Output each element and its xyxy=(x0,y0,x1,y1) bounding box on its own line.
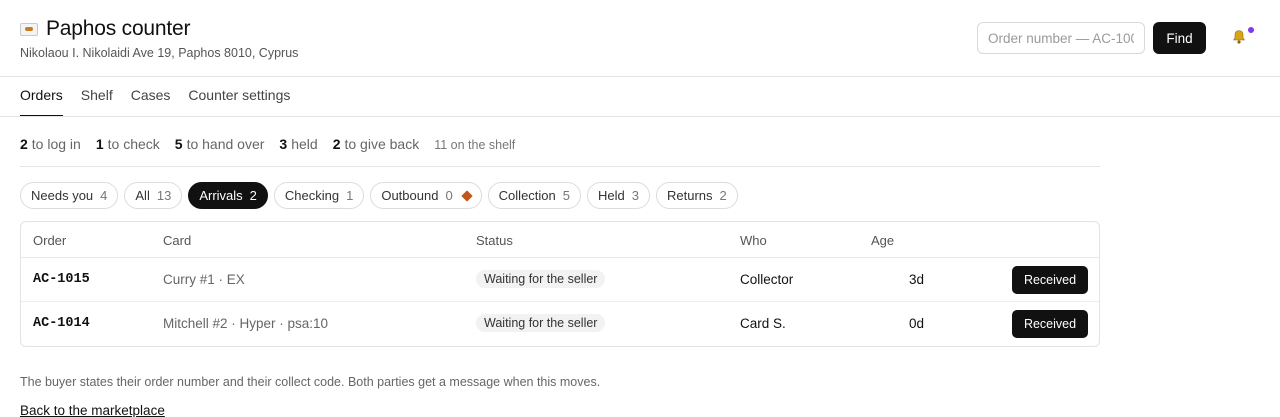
column-who: Who xyxy=(740,233,767,248)
column-order: Order xyxy=(33,233,67,248)
filter-checking[interactable]: Checking 1 xyxy=(273,182,365,209)
received-button[interactable]: Received xyxy=(1012,266,1088,294)
order-number[interactable]: AC-1014 xyxy=(33,316,90,331)
summary-held: 3 held xyxy=(279,136,318,152)
card-name: Mitchell #2 · Hyper · psa:10 xyxy=(163,316,329,331)
age: 0d xyxy=(908,316,924,331)
who: Collector xyxy=(740,272,794,287)
diamond-icon xyxy=(461,189,473,202)
summary-to-check: 1 to check xyxy=(95,136,160,152)
work-summary: 2 to log in 1 to check 5 to hand over 3 held… xyxy=(20,136,515,152)
cyprus-flag-icon xyxy=(20,22,38,36)
filter-all[interactable]: All 13 xyxy=(124,182,183,209)
shelf-count: 11 on the shelf xyxy=(434,138,516,152)
table-row[interactable]: AC-1014 Mitchell #2 · Hyper · psa:10 Wai… xyxy=(21,302,1099,346)
who: Card S. xyxy=(740,316,786,331)
filter-collection[interactable]: Collection 5 xyxy=(487,182,581,209)
tab-counter-settings[interactable]: Counter settings xyxy=(188,77,290,117)
column-status: Status xyxy=(476,233,513,248)
order-number[interactable]: AC-1015 xyxy=(33,272,90,287)
filter-arrivals[interactable]: Arrivals 2 xyxy=(188,182,268,209)
tab-orders[interactable]: Orders xyxy=(20,77,63,117)
summary-divider xyxy=(20,166,1100,167)
counter-address: Nikolaou I. Nikolaidi Ave 19, Paphos 801… xyxy=(20,46,299,60)
tabs-divider xyxy=(0,116,1280,117)
title-row: Paphos counter xyxy=(20,16,191,42)
find-button[interactable]: Find xyxy=(1153,22,1206,54)
notification-dot xyxy=(1248,27,1254,33)
tab-cases[interactable]: Cases xyxy=(131,77,171,117)
column-card: Card xyxy=(163,233,192,248)
tab-shelf[interactable]: Shelf xyxy=(81,77,113,117)
page-title: Paphos counter xyxy=(46,17,191,40)
filter-held[interactable]: Held 3 xyxy=(587,182,650,209)
filter-chips: Needs you 4 All 13 Arrivals 2 Checking 1 Out… xyxy=(20,182,738,209)
back-to-marketplace-link[interactable]: Back to the marketplace xyxy=(20,403,165,417)
table-row[interactable]: AC-1015 Curry #1 · EX Waiting for the se… xyxy=(21,258,1099,302)
orders-table: Order Card Status Who Age AC-1015 Curry … xyxy=(20,221,1100,347)
received-button[interactable]: Received xyxy=(1012,310,1088,338)
table-header: Order Card Status Who Age xyxy=(21,222,1099,258)
filter-outbound[interactable]: Outbound 0 xyxy=(370,182,482,209)
filter-needs-you[interactable]: Needs you 4 xyxy=(20,182,119,209)
page-header: Paphos counter Nikolaou I. Nikolaidi Ave… xyxy=(0,0,1280,77)
status-badge: Waiting for the seller xyxy=(476,314,606,332)
summary-to-give-back: 2 to give back xyxy=(332,136,420,152)
column-age: Age xyxy=(871,233,895,248)
footer-note: The buyer states their order number and … xyxy=(20,375,601,389)
status-badge: Waiting for the seller xyxy=(476,270,606,288)
order-search-input[interactable] xyxy=(977,22,1145,54)
summary-to-log-in: 2 to log in xyxy=(20,136,81,152)
card-name: Curry #1 · EX xyxy=(163,272,245,287)
section-tabs: Orders Shelf Cases Counter settings xyxy=(20,77,290,117)
filter-returns[interactable]: Returns 2 xyxy=(655,182,738,209)
age: 3d xyxy=(908,272,924,287)
summary-to-hand-over: 5 to hand over xyxy=(174,136,265,152)
